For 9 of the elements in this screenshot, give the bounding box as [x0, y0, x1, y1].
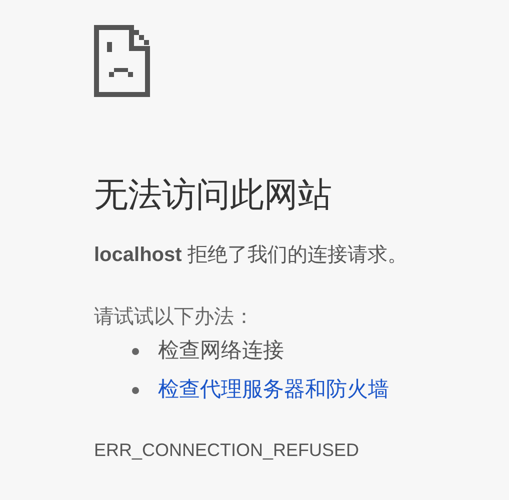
bullet-icon [132, 386, 139, 394]
suggestion-text: 检查网络连接 [158, 338, 284, 364]
suggestions-heading: 请试试以下办法： [94, 305, 255, 330]
suggestion-link[interactable]: 检查代理服务器和防火墙 [158, 376, 389, 404]
error-title: 无法访问此网站 [94, 175, 333, 215]
bullet-icon [132, 348, 139, 354]
error-summary: localhost 拒绝了我们的连接请求。 [94, 243, 408, 268]
sad-file-icon [94, 25, 150, 97]
error-code: ERR_CONNECTION_REFUSED [94, 439, 360, 462]
